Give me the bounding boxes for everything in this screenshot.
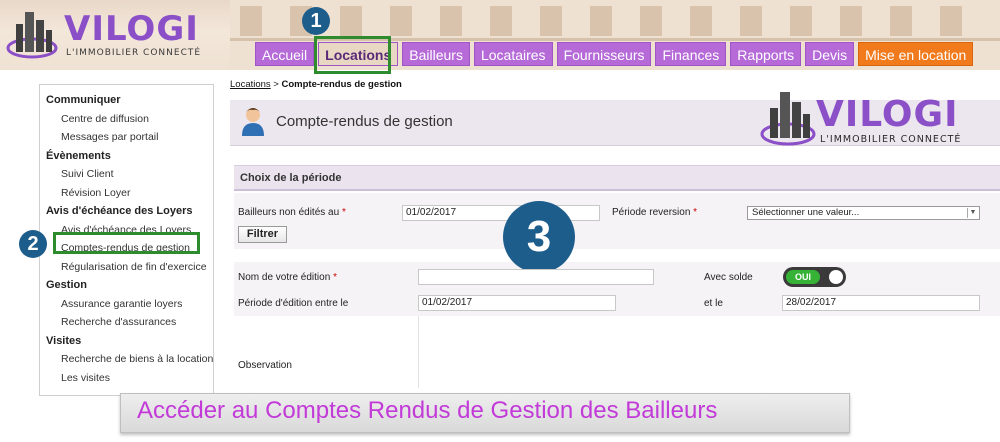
nav-tab-locataires[interactable]: Locataires bbox=[473, 42, 553, 66]
period-start-input[interactable]: 01/02/2017 bbox=[418, 295, 616, 311]
bailleurs-label: Bailleurs non édités au * bbox=[238, 207, 346, 218]
edition-name-input[interactable] bbox=[418, 269, 654, 285]
observation-textarea[interactable] bbox=[418, 316, 1000, 388]
nav-tab-finances[interactable]: Finances bbox=[655, 42, 727, 66]
step-badge-2: 2 bbox=[19, 230, 47, 258]
sidebar-item-regularisation[interactable]: Régularisation de fin d'exercice bbox=[40, 258, 213, 277]
bailleurs-label-text: Bailleurs non édités au bbox=[238, 207, 340, 218]
nav-tab-accueil[interactable]: Accueil bbox=[255, 42, 315, 66]
comptes-rendus-highlight-box bbox=[53, 232, 200, 254]
reversion-label: Période reversion * bbox=[612, 207, 697, 218]
required-mark: * bbox=[333, 272, 337, 283]
sidebar-item-recherche-assurances[interactable]: Recherche d'assurances bbox=[40, 313, 213, 332]
logo-tagline: L'IMMOBILIER CONNECTÉ bbox=[66, 48, 202, 58]
sidebar-section-gestion: Gestion bbox=[46, 279, 87, 291]
nav-tab-fournisseurs[interactable]: Fournisseurs bbox=[556, 42, 652, 66]
sidebar-item-messages-portail[interactable]: Messages par portail bbox=[40, 128, 213, 147]
sidebar-item-suivi-client[interactable]: Suivi Client bbox=[40, 165, 213, 184]
sidebar-item-recherche-biens[interactable]: Recherche de biens à la location bbox=[40, 350, 213, 369]
user-icon bbox=[242, 108, 264, 136]
period-edition-label: Période d'édition entre le bbox=[238, 298, 349, 309]
filter-button[interactable]: Filtrer bbox=[238, 226, 287, 243]
edition-name-label-text: Nom de votre édition bbox=[238, 272, 331, 283]
reversion-label-text: Période reversion bbox=[612, 207, 691, 218]
sidebar-item-revision-loyer[interactable]: Révision Loyer bbox=[40, 184, 213, 203]
breadcrumb-current: Compte-rendus de gestion bbox=[281, 79, 402, 90]
step-badge-1: 1 bbox=[302, 7, 330, 35]
reversion-select[interactable]: Sélectionner une valeur... ▼ bbox=[747, 206, 980, 220]
period-row-band bbox=[234, 193, 1000, 249]
nav-tab-rapports[interactable]: Rapports bbox=[730, 42, 802, 66]
logo-tagline: L'IMMOBILIER CONNECTÉ bbox=[820, 134, 962, 145]
app-header: VILOGI L'IMMOBILIER CONNECTÉ Accueil Loc… bbox=[0, 0, 1000, 70]
locations-highlight-box bbox=[314, 36, 391, 74]
vilogi-logo[interactable]: VILOGI L'IMMOBILIER CONNECTÉ bbox=[6, 6, 216, 64]
breadcrumb-separator: > bbox=[270, 79, 282, 90]
required-mark: * bbox=[693, 207, 698, 218]
sidebar-section-avis-echeance: Avis d'échéance des Loyers bbox=[46, 205, 193, 217]
building-logo-icon bbox=[6, 12, 58, 59]
sidebar-item-assurance-garantie[interactable]: Assurance garantie loyers bbox=[40, 295, 213, 314]
breadcrumb: Locations > Compte-rendus de gestion bbox=[230, 79, 402, 90]
sidebar-section-visites: Visites bbox=[46, 334, 82, 347]
toggle-knob bbox=[829, 270, 843, 284]
period-section-header: Choix de la période bbox=[234, 165, 1000, 191]
observation-label: Observation bbox=[238, 360, 292, 371]
caption-text: Accéder au Comptes Rendus de Gestion des… bbox=[137, 397, 718, 424]
page-title: Compte-rendus de gestion bbox=[276, 113, 453, 130]
required-mark: * bbox=[341, 207, 346, 218]
logo-name: VILOGI bbox=[64, 9, 199, 49]
edition-name-label: Nom de votre édition * bbox=[238, 272, 337, 283]
reversion-select-value: Sélectionner une valeur... bbox=[752, 207, 860, 218]
toggle-on-label: OUI bbox=[786, 270, 820, 284]
solde-toggle[interactable]: OUI bbox=[783, 267, 846, 287]
sidebar-section-evenements: Évènements bbox=[46, 149, 111, 162]
sidebar-item-centre-diffusion[interactable]: Centre de diffusion bbox=[40, 110, 213, 129]
solde-label: Avec solde bbox=[704, 272, 753, 283]
period-end-input[interactable]: 28/02/2017 bbox=[782, 295, 980, 311]
caption-banner: Accéder au Comptes Rendus de Gestion des… bbox=[120, 393, 850, 433]
sidebar-section-communiquer: Communiquer bbox=[46, 94, 121, 106]
chevron-down-icon: ▼ bbox=[967, 208, 978, 218]
sidebar-item-les-visites[interactable]: Les visites bbox=[40, 369, 213, 388]
building-logo-icon bbox=[760, 92, 816, 146]
nav-tab-bailleurs[interactable]: Bailleurs bbox=[402, 42, 470, 66]
vilogi-watermark-logo: VILOGI L'IMMOBILIER CONNECTÉ bbox=[760, 86, 990, 156]
nav-tab-mise-en-location[interactable]: Mise en location bbox=[858, 42, 974, 66]
nav-tab-devis[interactable]: Devis bbox=[805, 42, 855, 66]
breadcrumb-link-locations[interactable]: Locations bbox=[230, 79, 271, 90]
step-badge-3: 3 bbox=[503, 201, 575, 273]
and-label: et le bbox=[704, 298, 723, 309]
logo-name: VILOGI bbox=[816, 94, 959, 135]
